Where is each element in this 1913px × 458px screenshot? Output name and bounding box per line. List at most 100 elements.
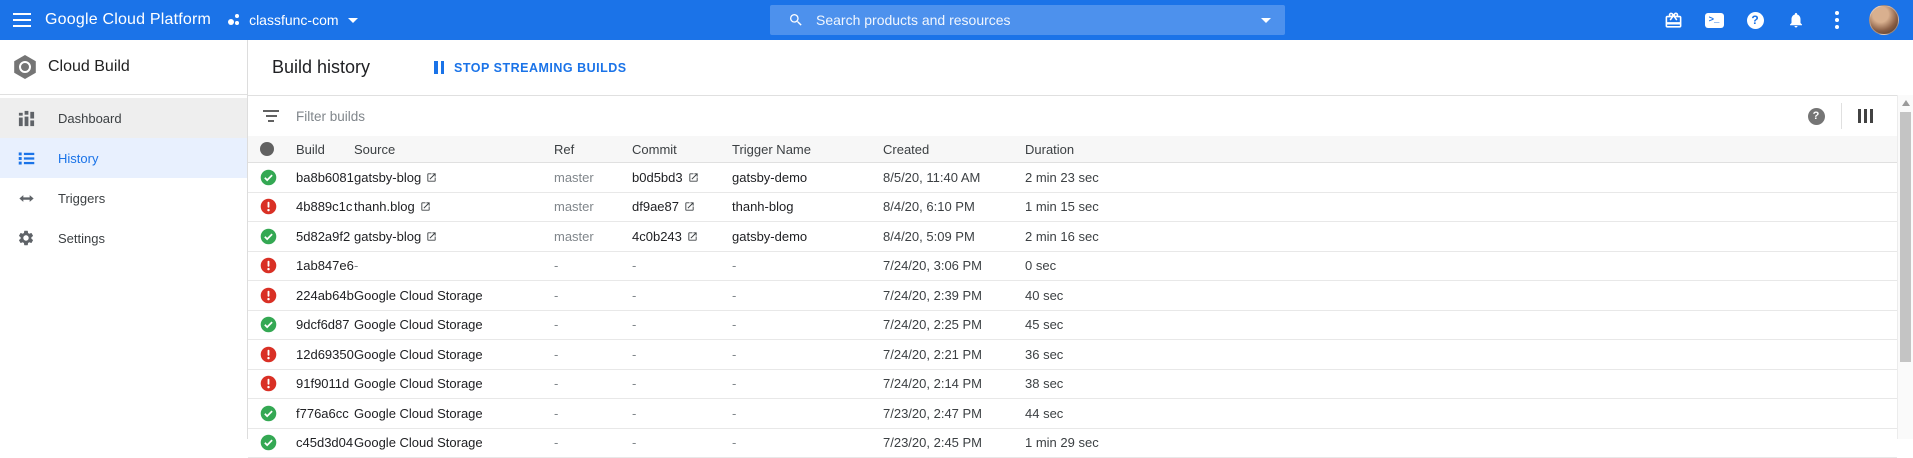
source-cell: thanh.blog (354, 199, 554, 214)
success-icon (260, 228, 277, 245)
external-link-icon[interactable] (426, 231, 437, 242)
created-cell: 7/23/20, 2:45 PM (883, 435, 1025, 450)
product-title[interactable]: Google Cloud Platform (45, 11, 211, 29)
external-link-icon[interactable] (687, 231, 698, 242)
build-id-cell: 1ab847e6 (296, 258, 354, 273)
created-cell: 7/24/20, 2:21 PM (883, 347, 1025, 362)
trigger-name-cell: thanh-blog (732, 199, 883, 214)
column-header: Build (296, 142, 354, 157)
created-cell: 8/4/20, 5:09 PM (883, 229, 1025, 244)
source-label: Google Cloud Storage (354, 288, 483, 303)
ref-cell: - (554, 406, 632, 421)
source-label: gatsby-blog (354, 229, 421, 244)
duration-cell: 38 sec (1025, 376, 1897, 391)
table-row[interactable]: f776a6ccGoogle Cloud Storage---7/23/20, … (248, 399, 1897, 429)
duration-cell: 1 min 29 sec (1025, 435, 1897, 450)
created-cell: 7/23/20, 2:47 PM (883, 406, 1025, 421)
search-input[interactable] (816, 12, 1261, 28)
history-list-icon (16, 148, 36, 168)
table-row[interactable]: 1ab847e6----7/24/20, 3:06 PM0 sec (248, 252, 1897, 282)
sidebar-item-triggers[interactable]: Triggers (0, 178, 247, 218)
build-id-cell: 5d82a9f2 (296, 229, 354, 244)
ref-cell: - (554, 435, 632, 450)
source-cell: Google Cloud Storage (354, 317, 554, 332)
created-cell: 7/24/20, 2:25 PM (883, 317, 1025, 332)
commit-cell: - (632, 317, 732, 332)
external-link-icon[interactable] (684, 201, 695, 212)
search-dropdown-icon[interactable] (1261, 18, 1271, 23)
ref-cell: master (554, 170, 632, 185)
source-cell: Google Cloud Storage (354, 435, 554, 450)
project-switcher[interactable]: classfunc-com (227, 12, 357, 28)
search-bar[interactable] (770, 5, 1285, 35)
help-icon[interactable]: ? (1744, 9, 1766, 31)
column-header: Duration (1025, 142, 1897, 157)
commit-cell: b0d5bd3 (632, 170, 732, 185)
columns-icon[interactable] (1858, 109, 1874, 123)
search-icon (788, 12, 804, 28)
commit-label: - (632, 317, 636, 332)
created-cell: 8/4/20, 6:10 PM (883, 199, 1025, 214)
table-row[interactable]: ba8b6081gatsby-blogmasterb0d5bd3gatsby-d… (248, 163, 1897, 193)
duration-cell: 2 min 23 sec (1025, 170, 1897, 185)
build-id-cell: c45d3d04 (296, 435, 354, 450)
scroll-up-arrow[interactable] (1902, 100, 1910, 106)
menu-icon[interactable] (10, 8, 34, 32)
page-header: Build history STOP STREAMING BUILDS (248, 40, 1897, 95)
column-header: Ref (554, 142, 632, 157)
table-row[interactable]: 4b889c1cthanh.blogmasterdf9ae87thanh-blo… (248, 193, 1897, 223)
pause-icon (434, 61, 444, 74)
external-link-icon[interactable] (688, 172, 699, 183)
build-status-cell (248, 228, 296, 245)
table-row[interactable]: 91f9011dGoogle Cloud Storage---7/24/20, … (248, 370, 1897, 400)
build-status-cell (248, 169, 296, 186)
scrollbar-thumb[interactable] (1900, 112, 1911, 362)
external-link-icon[interactable] (426, 172, 437, 183)
sidebar-item-dashboard[interactable]: Dashboard (0, 98, 247, 138)
ref-cell: - (554, 288, 632, 303)
success-icon (260, 434, 277, 451)
build-id-cell: 12d69350 (296, 347, 354, 362)
source-cell: Google Cloud Storage (354, 406, 554, 421)
source-label: Google Cloud Storage (354, 406, 483, 421)
filter-builds-input[interactable] (296, 109, 1808, 124)
build-status-cell (248, 287, 296, 304)
created-cell: 7/24/20, 3:06 PM (883, 258, 1025, 273)
main-content: Build history STOP STREAMING BUILDS ? Bu… (248, 40, 1897, 439)
sidebar-item-settings[interactable]: Settings (0, 218, 247, 258)
source-cell: gatsby-blog (354, 229, 554, 244)
cloud-shell-icon[interactable]: >_ (1703, 9, 1725, 31)
table-help-icon[interactable]: ? (1808, 108, 1825, 125)
notifications-icon[interactable] (1785, 9, 1807, 31)
created-cell: 7/24/20, 2:14 PM (883, 376, 1025, 391)
more-icon[interactable] (1826, 9, 1848, 31)
sidebar-nav: Dashboard History Triggers Settings (0, 95, 247, 258)
sidebar-header: Cloud Build (0, 40, 247, 95)
table-row[interactable]: c45d3d04Google Cloud Storage---7/23/20, … (248, 429, 1897, 458)
commit-label: b0d5bd3 (632, 170, 683, 185)
filter-icon (262, 110, 280, 122)
source-label: Google Cloud Storage (354, 376, 483, 391)
commit-label: df9ae87 (632, 199, 679, 214)
created-cell: 8/5/20, 11:40 AM (883, 170, 1025, 185)
created-cell: 7/24/20, 2:39 PM (883, 288, 1025, 303)
table-row[interactable]: 9dcf6d87Google Cloud Storage---7/24/20, … (248, 311, 1897, 341)
avatar[interactable] (1869, 5, 1899, 35)
trigger-name-cell: gatsby-demo (732, 170, 883, 185)
column-header: Commit (632, 142, 732, 157)
table-row[interactable]: 224ab64bGoogle Cloud Storage---7/24/20, … (248, 281, 1897, 311)
build-status-cell (248, 405, 296, 422)
table-row[interactable]: 5d82a9f2gatsby-blogmaster4c0b243gatsby-d… (248, 222, 1897, 252)
column-header: Source (354, 142, 554, 157)
sidebar-item-history[interactable]: History (0, 138, 247, 178)
stop-streaming-builds-button[interactable]: STOP STREAMING BUILDS (434, 61, 627, 75)
column-header: Trigger Name (732, 142, 883, 157)
table-row[interactable]: 12d69350Google Cloud Storage---7/24/20, … (248, 340, 1897, 370)
project-name: classfunc-com (249, 12, 338, 28)
ref-cell: - (554, 258, 632, 273)
duration-cell: 2 min 16 sec (1025, 229, 1897, 244)
external-link-icon[interactable] (420, 201, 431, 212)
sidebar-title: Cloud Build (48, 58, 130, 76)
gift-icon[interactable] (1662, 9, 1684, 31)
duration-cell: 40 sec (1025, 288, 1897, 303)
